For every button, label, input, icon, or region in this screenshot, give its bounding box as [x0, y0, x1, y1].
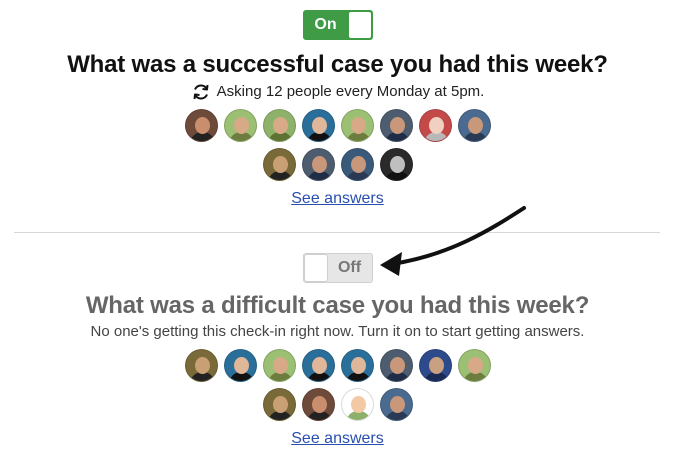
- avatar[interactable]: [379, 148, 413, 181]
- avatar[interactable]: [184, 349, 218, 382]
- schedule-text: Asking 12 people every Monday at 5pm.: [216, 83, 485, 100]
- section-divider: [14, 232, 660, 233]
- avatar[interactable]: [457, 109, 491, 142]
- toggle-label: Off: [337, 259, 362, 276]
- toggle-knob: [303, 254, 328, 282]
- avatar-face: [233, 357, 249, 374]
- avatar[interactable]: [184, 109, 218, 142]
- avatar-face: [272, 156, 288, 173]
- avatar-face: [350, 117, 366, 134]
- checkin-toggle-off[interactable]: Off: [302, 253, 373, 283]
- toggle-label: On: [314, 16, 337, 33]
- avatar-face: [389, 396, 405, 413]
- avatar-face: [428, 117, 444, 134]
- checkin-card-successful: On What was a successful case you had th…: [0, 10, 675, 208]
- checkins-page: On What was a successful case you had th…: [0, 0, 675, 463]
- avatar[interactable]: [262, 148, 296, 181]
- checkin-card-difficult: Off What was a difficult case you had th…: [0, 253, 675, 448]
- toggle-knob: [347, 11, 372, 39]
- status-text: No one's getting this check-in right now…: [90, 323, 585, 340]
- avatar-face: [389, 117, 405, 134]
- avatar-face: [389, 156, 405, 173]
- avatar-face: [428, 357, 444, 374]
- avatar[interactable]: [457, 349, 491, 382]
- avatar-face: [311, 357, 327, 374]
- avatar-face: [194, 117, 210, 134]
- avatar-face: [233, 117, 249, 134]
- avatar[interactable]: [301, 349, 335, 382]
- checkin-question: What was a difficult case you had this w…: [85, 292, 590, 319]
- avatar-face: [350, 396, 366, 413]
- avatar-face: [350, 156, 366, 173]
- avatar-face: [272, 357, 288, 374]
- avatar-face: [467, 117, 483, 134]
- avatar[interactable]: [262, 109, 296, 142]
- checkin-status-message: No one's getting this check-in right now…: [0, 322, 675, 342]
- avatar-face: [311, 396, 327, 413]
- avatar[interactable]: [340, 109, 374, 142]
- avatar-face: [272, 396, 288, 413]
- avatar[interactable]: [301, 148, 335, 181]
- avatar-face: [311, 117, 327, 134]
- avatar-face: [272, 117, 288, 134]
- checkin-schedule: Asking 12 people every Monday at 5pm.: [0, 82, 675, 102]
- avatar-face: [350, 357, 366, 374]
- avatar[interactable]: [379, 349, 413, 382]
- avatar[interactable]: [418, 109, 452, 142]
- avatar-face: [467, 357, 483, 374]
- avatar[interactable]: [262, 388, 296, 421]
- avatar[interactable]: [340, 148, 374, 181]
- see-answers-link[interactable]: See answers: [291, 430, 384, 448]
- avatar[interactable]: [262, 349, 296, 382]
- avatar[interactable]: [340, 349, 374, 382]
- checkin-question: What was a successful case you had this …: [67, 51, 608, 78]
- avatar[interactable]: [301, 388, 335, 421]
- avatar-face: [389, 357, 405, 374]
- avatar[interactable]: [223, 109, 257, 142]
- avatar[interactable]: [223, 349, 257, 382]
- avatar[interactable]: [340, 388, 374, 421]
- avatar[interactable]: [418, 349, 452, 382]
- avatar[interactable]: [301, 109, 335, 142]
- avatar[interactable]: [379, 109, 413, 142]
- checkin-toggle-on[interactable]: On: [302, 10, 373, 40]
- participant-avatars: [178, 109, 498, 181]
- avatar-face: [311, 156, 327, 173]
- avatar-face: [194, 357, 210, 374]
- avatar[interactable]: [379, 388, 413, 421]
- participant-avatars: [178, 349, 498, 421]
- refresh-icon: [193, 84, 209, 100]
